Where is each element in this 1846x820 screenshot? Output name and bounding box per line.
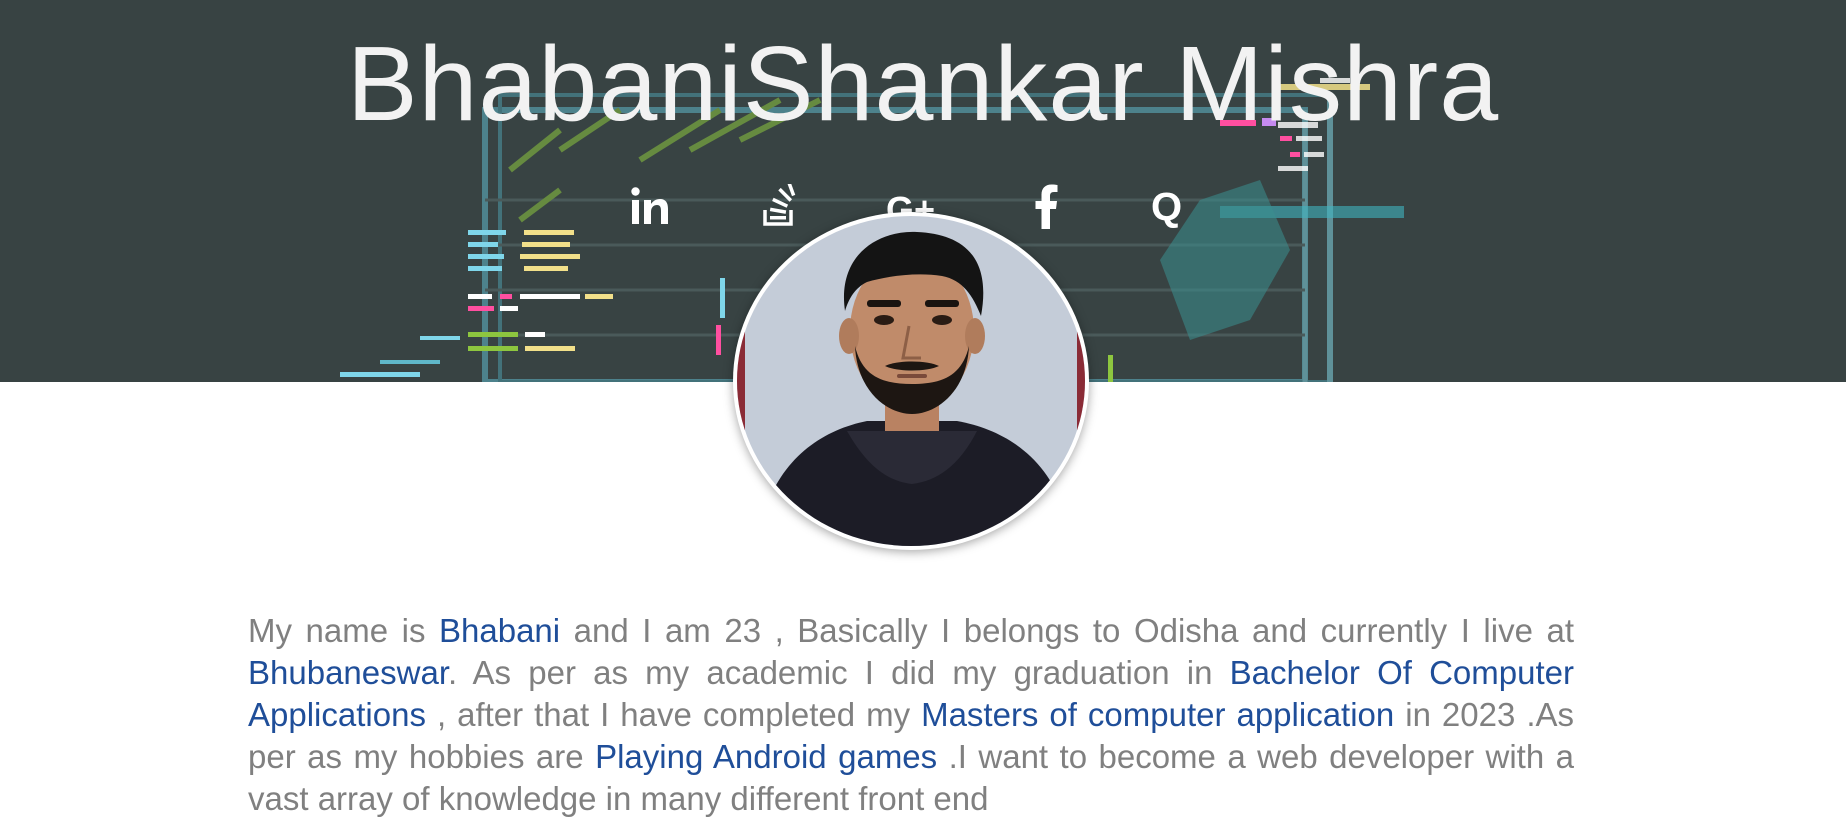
profile-photo — [737, 216, 1085, 546]
profile-photo-frame — [733, 212, 1089, 550]
facebook-link[interactable] — [1016, 178, 1076, 234]
linkedin-link[interactable] — [620, 178, 680, 234]
page-title: BhabaniShankar Mishra — [346, 25, 1500, 143]
avatar — [737, 216, 1085, 546]
bio-text: and I am 23 , Basically I belongs to Odi… — [560, 612, 1575, 649]
quora-icon: Q — [1151, 185, 1182, 228]
stackoverflow-link[interactable] — [750, 178, 810, 234]
facebook-icon — [1035, 184, 1058, 229]
bio-highlight-city: Bhubaneswar — [248, 654, 448, 691]
bio-paragraph: My name is Bhabani and I am 23 , Basical… — [248, 610, 1574, 820]
quora-link[interactable]: Q — [1140, 178, 1200, 234]
bio-highlight-masters: Masters of computer application — [921, 696, 1395, 733]
bio-text: , after that I have completed my — [425, 696, 922, 733]
bio-highlight-hobby: Playing Android games — [595, 738, 938, 775]
bio-text: My name is — [248, 612, 439, 649]
stackoverflow-icon — [763, 184, 796, 226]
bio-highlight-name: Bhabani — [439, 612, 561, 649]
linkedin-icon — [631, 187, 668, 224]
svg-text:Q: Q — [1151, 185, 1182, 228]
bio-text: . As per as my academic I did my graduat… — [447, 654, 1230, 691]
